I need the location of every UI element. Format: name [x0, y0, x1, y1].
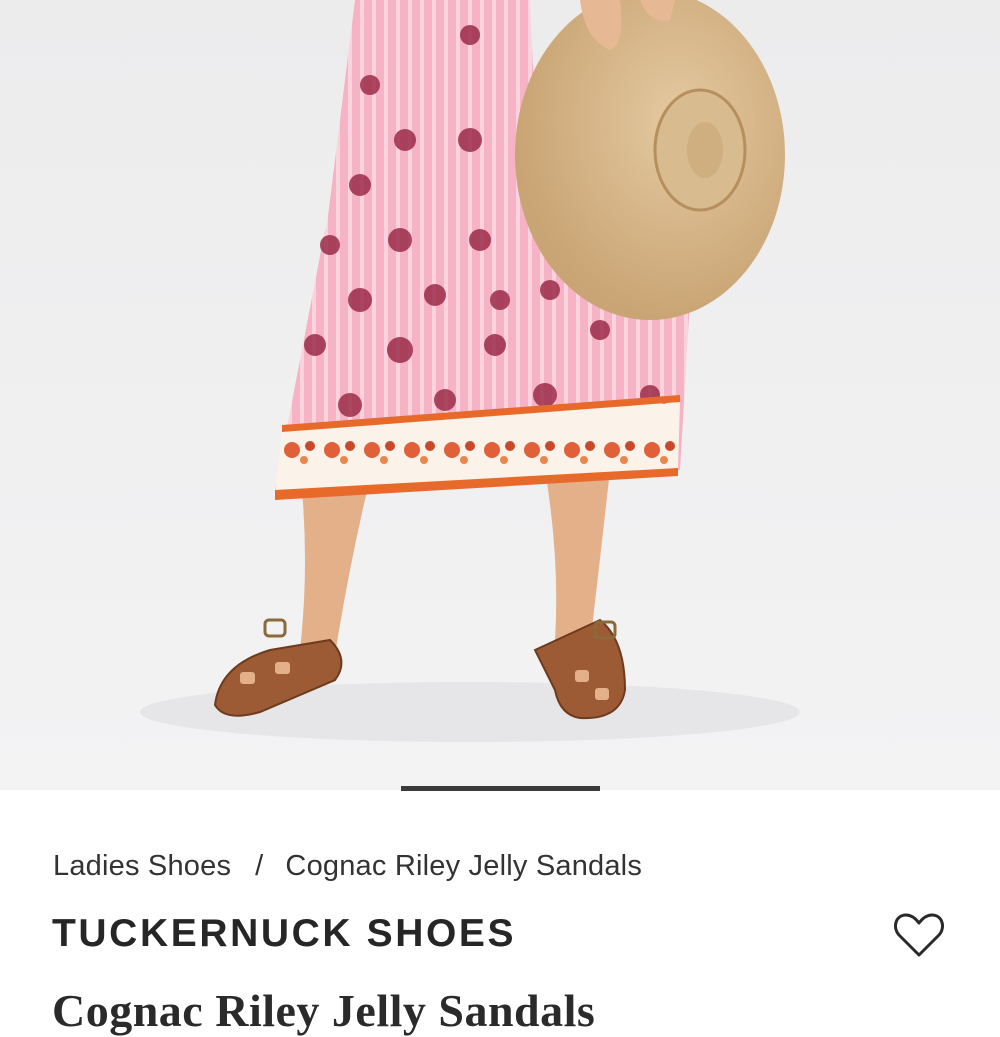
product-photo [0, 0, 1000, 790]
breadcrumb-separator: / [255, 849, 264, 882]
breadcrumb: Ladies Shoes / Cognac Riley Jelly Sandal… [53, 846, 642, 886]
wishlist-button[interactable] [890, 906, 948, 964]
brand-name[interactable]: TUCKERNUCK SHOES [52, 912, 516, 956]
breadcrumb-current: Cognac Riley Jelly Sandals [285, 849, 643, 882]
product-image[interactable] [0, 0, 1000, 790]
breadcrumb-category-link[interactable]: Ladies Shoes [53, 850, 231, 883]
product-title: Cognac Riley Jelly Sandals [52, 985, 596, 1036]
carousel-active-indicator[interactable] [401, 786, 600, 791]
carousel-progress [0, 786, 1000, 792]
heart-outline-icon [894, 913, 944, 957]
